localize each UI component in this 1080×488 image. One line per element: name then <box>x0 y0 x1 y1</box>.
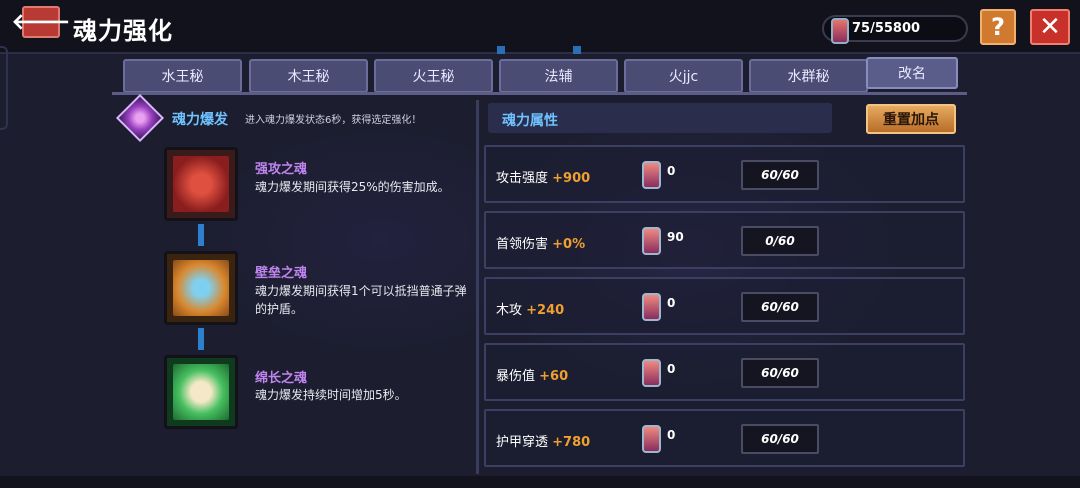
shield-soul-icon <box>173 260 229 316</box>
tab-preset-5[interactable]: 火jjc <box>624 59 743 93</box>
currency-amount: 75/55800 <box>852 21 921 36</box>
side-handle[interactable] <box>0 46 8 130</box>
skill-slot-3[interactable] <box>164 355 238 429</box>
panel-divider <box>476 100 479 474</box>
attribute-row[interactable]: 首领伤害 +0% 90 0/60 <box>484 211 965 269</box>
rename-button[interactable]: 改名 <box>866 57 958 89</box>
close-button[interactable]: ✕ <box>1030 9 1070 45</box>
attribute-cost: 90 <box>667 230 684 244</box>
soul-gem-icon <box>638 225 662 255</box>
help-button[interactable]: ? <box>980 9 1016 45</box>
tab-underline <box>112 92 967 95</box>
back-button[interactable]: 🡐 <box>12 6 71 38</box>
bottom-bar <box>0 476 1080 488</box>
soul-burst-title: 魂力爆发 <box>172 112 228 128</box>
soul-gem-icon <box>828 16 849 44</box>
attribute-cost: 0 <box>667 362 676 376</box>
skill-name: 壁垒之魂 <box>255 266 308 281</box>
skill-name: 绵长之魂 <box>255 371 308 386</box>
tab-preset-3[interactable]: 火王秘 <box>374 59 493 93</box>
arrow-left-icon: 🡐 <box>11 10 71 35</box>
soul-gem-icon <box>638 291 662 321</box>
attribute-row[interactable]: 暴伤值 +60 0 60/60 <box>484 343 965 401</box>
attribute-bonus: +60 <box>539 369 569 384</box>
close-icon: ✕ <box>1039 12 1061 42</box>
soul-gem-icon <box>638 423 662 453</box>
attribute-cost: 0 <box>667 164 676 178</box>
soul-gem-icon <box>638 357 662 387</box>
tab-preset-6[interactable]: 水群秘 <box>749 59 868 93</box>
attribute-label: 木攻 +240 <box>496 303 565 318</box>
attribute-label: 攻击强度 +900 <box>496 171 591 186</box>
skill-description: 魂力爆发期间获得25%的伤害加成。 <box>255 180 450 194</box>
skill-connector <box>198 224 204 246</box>
attribute-cost: 0 <box>667 296 676 310</box>
page-title: 魂力强化 <box>73 17 173 45</box>
soul-burst-description: 进入魂力爆发状态6秒，获得选定强化！ <box>245 115 422 126</box>
attribute-label: 首领伤害 +0% <box>496 237 586 252</box>
attribute-level: 60/60 <box>741 160 819 190</box>
attribute-level: 60/60 <box>741 424 819 454</box>
skill-connector <box>198 328 204 350</box>
reset-points-button[interactable]: 重置加点 <box>866 104 956 134</box>
attribute-cost: 0 <box>667 428 676 442</box>
skill-description: 魂力爆发期间获得1个可以抵挡普通子弹的护盾。 <box>255 284 467 316</box>
soul-burst-icon <box>117 99 161 137</box>
top-decoration <box>497 46 581 54</box>
question-mark-icon: ? <box>991 13 1005 41</box>
attribute-label: 护甲穿透 +780 <box>496 435 591 450</box>
skill-slot-2[interactable] <box>164 251 238 325</box>
soul-currency-display: 75/55800 <box>822 15 968 44</box>
attribute-bonus: +240 <box>526 303 565 318</box>
skill-slot-1[interactable] <box>164 147 238 221</box>
attribute-label: 暴伤值 +60 <box>496 369 569 384</box>
attribute-row[interactable]: 攻击强度 +900 0 60/60 <box>484 145 965 203</box>
sword-soul-icon <box>173 156 229 212</box>
attribute-level: 60/60 <box>741 292 819 322</box>
attributes-title: 魂力属性 <box>502 113 558 129</box>
preset-tab-bar: 水王秘 木王秘 火王秘 法辅 火jjc 水群秘 改名 <box>123 57 963 93</box>
tab-preset-2[interactable]: 木王秘 <box>249 59 368 93</box>
attribute-bonus: +900 <box>552 171 591 186</box>
attribute-row[interactable]: 护甲穿透 +780 0 60/60 <box>484 409 965 467</box>
skill-name: 强攻之魂 <box>255 162 308 177</box>
tab-preset-1[interactable]: 水王秘 <box>123 59 242 93</box>
tab-preset-4[interactable]: 法辅 <box>499 59 618 93</box>
attribute-bonus: +780 <box>552 435 591 450</box>
attribute-row[interactable]: 木攻 +240 0 60/60 <box>484 277 965 335</box>
attribute-bonus: +0% <box>552 237 586 252</box>
clock-soul-icon <box>173 364 229 420</box>
attribute-level: 60/60 <box>741 358 819 388</box>
skill-description: 魂力爆发持续时间增加5秒。 <box>255 388 407 402</box>
soul-gem-icon <box>638 159 662 189</box>
attribute-level: 0/60 <box>741 226 819 256</box>
